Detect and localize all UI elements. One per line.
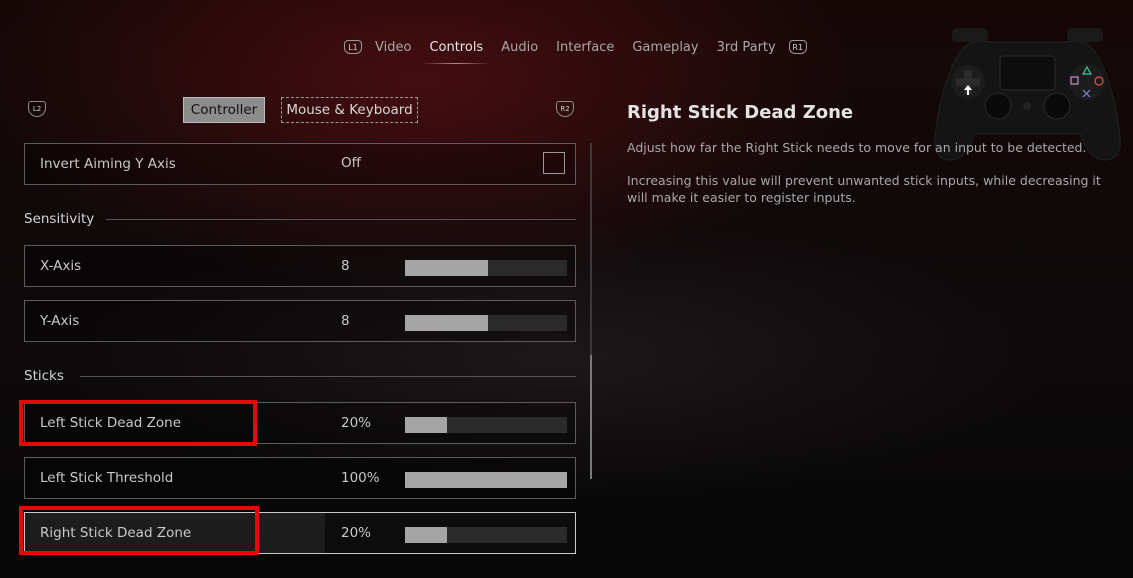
- setting-label: Left Stick Threshold: [40, 470, 174, 486]
- slider-fill: [405, 260, 488, 276]
- right-dead-zone-slider[interactable]: [405, 527, 567, 543]
- tab-audio[interactable]: Audio: [501, 40, 538, 55]
- setting-y-axis[interactable]: Y-Axis 8: [24, 300, 576, 342]
- section-title-sticks: Sticks: [24, 368, 64, 384]
- setting-value: 8: [341, 313, 350, 329]
- setting-label: X-Axis: [40, 258, 82, 274]
- setting-value: 20%: [341, 415, 372, 431]
- controller-tab[interactable]: Controller: [183, 97, 265, 123]
- detail-description: Adjust how far the Right Stick needs to …: [627, 140, 1087, 155]
- slider-fill: [405, 527, 448, 543]
- section-divider: [106, 219, 576, 220]
- tab-gameplay[interactable]: Gameplay: [632, 40, 698, 55]
- l2-button-icon[interactable]: L2: [28, 101, 46, 117]
- x-axis-slider[interactable]: [405, 260, 567, 276]
- section-title-sensitivity: Sensitivity: [24, 211, 95, 227]
- setting-value: 8: [341, 258, 350, 274]
- slider-fill: [405, 472, 567, 488]
- setting-label: Invert Aiming Y Axis: [40, 156, 176, 172]
- invert-checkbox[interactable]: [543, 152, 565, 174]
- tab-video[interactable]: Video: [375, 40, 411, 55]
- setting-invert-aiming-y[interactable]: Invert Aiming Y Axis Off: [24, 143, 576, 185]
- highlight-box-left-dead-zone: [19, 400, 257, 446]
- r2-button-icon[interactable]: R2: [556, 101, 574, 117]
- setting-value: 20%: [341, 525, 372, 541]
- y-axis-slider[interactable]: [405, 315, 567, 331]
- highlight-box-right-dead-zone: [19, 506, 259, 555]
- setting-left-stick-threshold[interactable]: Left Stick Threshold 100%: [24, 457, 576, 499]
- tab-controls[interactable]: Controls: [421, 40, 491, 64]
- mouse-keyboard-tab[interactable]: Mouse & Keyboard: [281, 97, 418, 123]
- setting-value: Off: [341, 155, 361, 171]
- left-threshold-slider[interactable]: [405, 472, 567, 488]
- tab-interface[interactable]: Interface: [556, 40, 614, 55]
- settings-scrollbar[interactable]: [590, 143, 592, 479]
- left-dead-zone-slider[interactable]: [405, 417, 567, 433]
- slider-fill: [405, 417, 448, 433]
- section-divider: [80, 376, 576, 377]
- slider-fill: [405, 315, 488, 331]
- l1-button-icon[interactable]: L1: [344, 40, 362, 54]
- tab-3rd-party[interactable]: 3rd Party: [717, 40, 776, 55]
- setting-label: Y-Axis: [40, 313, 80, 329]
- scrollbar-thumb[interactable]: [590, 355, 592, 479]
- setting-value: 100%: [341, 470, 380, 486]
- setting-x-axis[interactable]: X-Axis 8: [24, 245, 576, 287]
- detail-title: Right Stick Dead Zone: [627, 102, 854, 123]
- detail-note: Increasing this value will prevent unwan…: [627, 173, 1101, 205]
- top-tab-bar: L1 Video Controls Audio Interface Gamepl…: [340, 36, 811, 64]
- input-device-switcher: L2 Controller Mouse & Keyboard R2: [0, 97, 590, 123]
- r1-button-icon[interactable]: R1: [788, 40, 807, 54]
